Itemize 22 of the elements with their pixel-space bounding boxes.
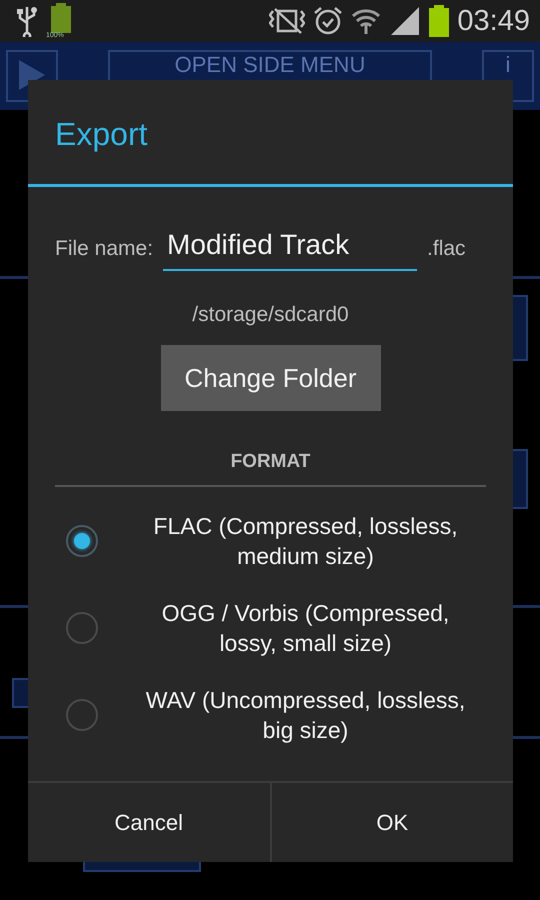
battery-icon <box>429 5 450 37</box>
vibrate-off-icon <box>269 7 306 35</box>
file-extension: .flac <box>427 237 466 262</box>
play-icon <box>17 58 47 92</box>
format-header: FORMAT <box>230 451 310 473</box>
radio-button[interactable] <box>66 612 98 644</box>
usb-icon <box>16 5 38 37</box>
format-option-label[interactable]: OGG / Vorbis (Compressed, lossy, small size) <box>98 598 513 658</box>
file-name-field[interactable]: Modified Track <box>163 229 418 271</box>
format-option-label[interactable]: FLAC (Compressed, lossless, medium size) <box>98 510 513 570</box>
folder-path: /storage/sdcard0 <box>192 303 349 327</box>
alarm-icon <box>313 6 344 36</box>
dialog-button[interactable]: Cancel <box>28 783 270 862</box>
dialog-title: Export <box>54 115 148 154</box>
format-option-label[interactable]: WAV (Uncompressed, lossless, big size) <box>98 684 513 744</box>
signal-icon <box>389 5 422 37</box>
clock-time: 03:49 <box>457 4 530 38</box>
dialog-button[interactable]: OK <box>270 783 513 862</box>
radio-button[interactable] <box>66 698 98 730</box>
change-folder-button[interactable]: Change Folder <box>160 345 380 411</box>
radio-button[interactable] <box>66 524 98 556</box>
file-name-label: File name: <box>55 237 154 262</box>
